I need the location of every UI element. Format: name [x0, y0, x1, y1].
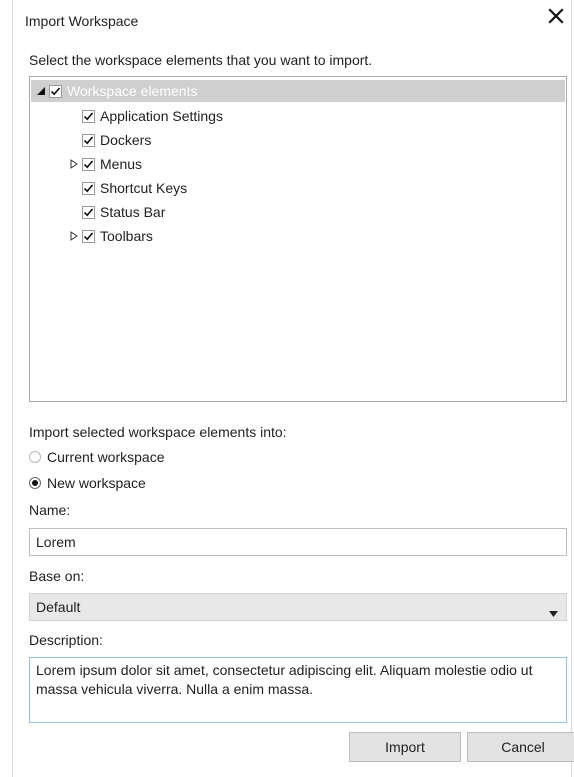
tree-item-workspace-elements[interactable]: Workspace elements: [31, 80, 565, 102]
base-on-value: Default: [36, 599, 81, 615]
name-label: Name:: [29, 502, 71, 518]
close-icon: [548, 7, 564, 27]
tree-item-label: Menus: [100, 156, 143, 172]
cancel-button[interactable]: Cancel: [467, 732, 574, 762]
tree-item-label: Application Settings: [100, 108, 223, 124]
radio-new-workspace[interactable]: New workspace: [29, 475, 146, 491]
tree-item-application-settings[interactable]: Application Settings: [68, 105, 223, 127]
import-workspace-dialog: Import Workspace Select the workspace el…: [12, 0, 574, 777]
dialog-title: Import Workspace: [25, 13, 139, 29]
tree-item-status-bar[interactable]: Status Bar: [68, 201, 165, 223]
tree-item-shortcut-keys[interactable]: Shortcut Keys: [68, 177, 187, 199]
radio-circle[interactable]: [29, 477, 41, 489]
workspace-elements-tree[interactable]: Workspace elements Application Settings …: [29, 76, 567, 402]
collapsed-triangle-icon[interactable]: [68, 153, 80, 175]
description-label: Description:: [29, 632, 103, 648]
tree-item-toolbars[interactable]: Toolbars: [68, 225, 153, 247]
checkbox[interactable]: [82, 109, 95, 123]
expanded-triangle-icon[interactable]: [35, 80, 47, 102]
checkbox[interactable]: [49, 84, 62, 98]
base-on-label: Base on:: [29, 568, 85, 584]
checkbox[interactable]: [82, 181, 95, 195]
description-textarea[interactable]: Lorem ipsum dolor sit amet, consectetur …: [29, 657, 567, 723]
import-into-label: Import selected workspace elements into:: [29, 424, 287, 440]
radio-circle[interactable]: [29, 451, 41, 463]
tree-item-label: Dockers: [100, 132, 152, 148]
radio-label: Current workspace: [47, 449, 165, 465]
radio-current-workspace[interactable]: Current workspace: [29, 449, 165, 465]
checkbox[interactable]: [82, 133, 95, 147]
tree-item-label: Status Bar: [100, 204, 166, 220]
tree-item-label: Shortcut Keys: [100, 180, 188, 196]
checkbox[interactable]: [82, 157, 95, 171]
base-on-dropdown[interactable]: Default: [29, 593, 567, 621]
name-input[interactable]: [29, 528, 567, 556]
tree-item-label: Toolbars: [100, 228, 153, 244]
collapsed-triangle-icon[interactable]: [68, 225, 80, 247]
tree-item-label: Workspace elements: [67, 83, 198, 99]
close-button[interactable]: [543, 4, 569, 30]
tree-item-menus[interactable]: Menus: [68, 153, 142, 175]
select-elements-prompt: Select the workspace elements that you w…: [29, 52, 373, 68]
checkbox[interactable]: [82, 229, 95, 243]
import-button[interactable]: Import: [349, 732, 461, 762]
checkbox[interactable]: [82, 205, 95, 219]
chevron-down-icon: [549, 604, 558, 620]
radio-label: New workspace: [47, 475, 146, 491]
tree-item-dockers[interactable]: Dockers: [68, 129, 151, 151]
